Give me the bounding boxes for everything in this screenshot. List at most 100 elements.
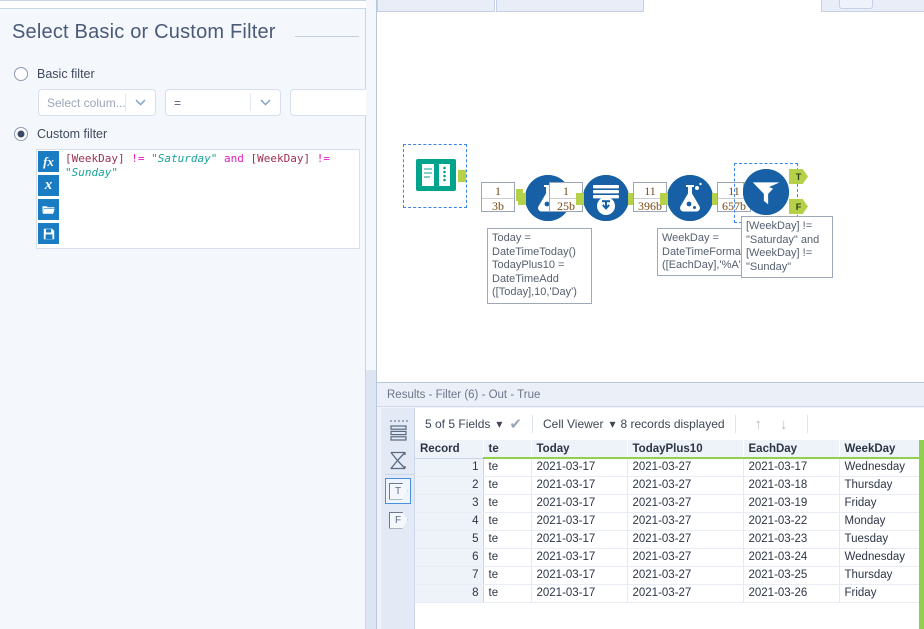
filter-tool[interactable]: T F	[734, 163, 808, 223]
workflow-canvas[interactable]: 1 3b 1 25b 11 396b 11 657b T F Today = D…	[376, 0, 924, 382]
variable-x-icon[interactable]: x	[38, 175, 59, 196]
filter-false-anchor[interactable]: F	[789, 199, 808, 214]
input-anchor[interactable]	[518, 193, 526, 205]
results-grid[interactable]: Record te Today TodayPlus10 EachDay Week…	[415, 440, 924, 629]
table-cell-record[interactable]: 6	[415, 548, 484, 567]
function-fx-icon[interactable]: fx	[38, 151, 59, 172]
sigma-summary-icon[interactable]	[386, 448, 410, 472]
table-cell-today[interactable]: 2021-03-17	[531, 548, 628, 567]
expression-text[interactable]: [WeekDay] != "Saturday" and [WeekDay] !=…	[59, 150, 359, 248]
custom-filter-radio[interactable]	[14, 127, 28, 141]
column-select[interactable]: Select colum...	[38, 89, 156, 116]
table-cell-todayplus10[interactable]: 2021-03-27	[627, 530, 744, 549]
table-row[interactable]: 7 te 2021-03-17 2021-03-27 2021-03-25 Thursda…	[415, 566, 924, 585]
canvas-tab-c-button[interactable]	[839, 0, 873, 9]
chevron-down-icon[interactable]: ▾	[496, 417, 502, 431]
chevron-down-icon[interactable]: ▾	[609, 417, 615, 431]
column-header-todayplus10[interactable]: TodayPlus10	[627, 440, 744, 459]
table-cell-eachday[interactable]: 2021-03-26	[743, 584, 840, 603]
table-cell-te[interactable]: te	[483, 584, 532, 603]
table-cell-weekday[interactable]: Monday	[839, 512, 924, 531]
table-cell-record[interactable]: 7	[415, 566, 484, 585]
scroll-down-icon[interactable]: ↓	[780, 416, 788, 433]
chevron-down-icon[interactable]	[251, 99, 280, 106]
basic-filter-radio[interactable]	[14, 67, 28, 81]
table-cell-eachday[interactable]: 2021-03-24	[743, 548, 840, 567]
table-cell-eachday[interactable]: 2021-03-17	[743, 458, 840, 477]
table-cell-eachday[interactable]: 2021-03-19	[743, 494, 840, 513]
table-cell-today[interactable]: 2021-03-17	[531, 476, 628, 495]
column-header-te[interactable]: te	[483, 440, 532, 459]
table-cell-weekday[interactable]: Friday	[839, 584, 924, 603]
results-true-anchor-button[interactable]: T	[385, 478, 411, 504]
table-cell-record[interactable]: 5	[415, 530, 484, 549]
table-cell-todayplus10[interactable]: 2021-03-27	[627, 476, 744, 495]
table-row[interactable]: 3 te 2021-03-17 2021-03-27 2021-03-19 Friday	[415, 494, 924, 513]
table-cell-eachday[interactable]: 2021-03-18	[743, 476, 840, 495]
fields-selector[interactable]: 5 of 5 Fields ▾	[425, 417, 507, 431]
input-anchor[interactable]	[660, 193, 668, 205]
table-cell-record[interactable]: 8	[415, 584, 484, 603]
table-cell-weekday[interactable]: Thursday	[839, 566, 924, 585]
results-false-anchor-button[interactable]: F	[386, 508, 410, 532]
table-cell-weekday[interactable]: Thursday	[839, 476, 924, 495]
table-cell-eachday[interactable]: 2021-03-25	[743, 566, 840, 585]
table-cell-todayplus10[interactable]: 2021-03-27	[627, 566, 744, 585]
table-cell-weekday[interactable]: Tuesday	[839, 530, 924, 549]
table-row[interactable]: 1 te 2021-03-17 2021-03-27 2021-03-17 Wednesd…	[415, 458, 924, 477]
table-cell-todayplus10[interactable]: 2021-03-27	[627, 494, 744, 513]
table-cell-todayplus10[interactable]: 2021-03-27	[627, 458, 744, 477]
table-row[interactable]: 8 te 2021-03-17 2021-03-27 2021-03-26 Friday	[415, 584, 924, 603]
table-cell-te[interactable]: te	[483, 458, 532, 477]
text-input-tool-icon[interactable]	[413, 152, 459, 198]
save-disk-icon[interactable]	[38, 223, 59, 244]
table-cell-weekday[interactable]: Friday	[839, 494, 924, 513]
column-header-weekday[interactable]: WeekDay	[839, 440, 924, 459]
input-anchor[interactable]	[576, 193, 584, 205]
table-cell-record[interactable]: 1	[415, 458, 484, 477]
table-cell-te[interactable]: te	[483, 494, 532, 513]
custom-filter-radio-row[interactable]: Custom filter	[14, 127, 107, 141]
filter-true-anchor[interactable]: T	[789, 169, 808, 184]
basic-filter-radio-row[interactable]: Basic filter	[14, 67, 95, 81]
table-row[interactable]: 2 te 2021-03-17 2021-03-27 2021-03-18 Thursda…	[415, 476, 924, 495]
table-cell-te[interactable]: te	[483, 566, 532, 585]
chevron-down-icon[interactable]	[126, 99, 155, 106]
column-header-eachday[interactable]: EachDay	[743, 440, 840, 459]
scroll-up-icon[interactable]: ↑	[755, 416, 763, 433]
table-cell-record[interactable]: 4	[415, 512, 484, 531]
canvas-tab-b[interactable]	[496, 0, 644, 12]
rail-grip[interactable]	[390, 411, 410, 422]
filter-tool-icon[interactable]	[743, 169, 789, 215]
generate-rows-tool[interactable]	[576, 175, 636, 221]
table-cell-todayplus10[interactable]: 2021-03-27	[627, 548, 744, 567]
generate-rows-tool-icon[interactable]	[583, 175, 629, 221]
table-cell-today[interactable]: 2021-03-17	[531, 584, 628, 603]
column-header-record[interactable]: Record	[415, 440, 484, 459]
column-header-today[interactable]: Today	[531, 440, 628, 459]
table-cell-weekday[interactable]: Wednesday	[839, 458, 924, 477]
cell-viewer-selector[interactable]: Cell Viewer ▾	[543, 417, 621, 431]
table-cell-record[interactable]: 3	[415, 494, 484, 513]
table-cell-todayplus10[interactable]: 2021-03-27	[627, 584, 744, 603]
operator-select[interactable]: =	[165, 89, 281, 116]
data-list-icon[interactable]	[386, 421, 410, 445]
table-cell-todayplus10[interactable]: 2021-03-27	[627, 512, 744, 531]
table-cell-eachday[interactable]: 2021-03-23	[743, 530, 840, 549]
canvas-tab-a[interactable]	[377, 0, 495, 12]
custom-expression-editor[interactable]: fx x [WeekDay] != "Saturday" and [WeekDa…	[36, 149, 360, 249]
table-cell-record[interactable]: 2	[415, 476, 484, 495]
table-cell-te[interactable]: te	[483, 530, 532, 549]
table-cell-te[interactable]: te	[483, 512, 532, 531]
formula-tool-2[interactable]	[660, 175, 720, 221]
table-cell-today[interactable]: 2021-03-17	[531, 458, 628, 477]
output-anchor[interactable]	[458, 170, 466, 182]
table-row[interactable]: 5 te 2021-03-17 2021-03-27 2021-03-23 Tuesday	[415, 530, 924, 549]
table-cell-eachday[interactable]: 2021-03-22	[743, 512, 840, 531]
table-cell-today[interactable]: 2021-03-17	[531, 566, 628, 585]
table-cell-weekday[interactable]: Wednesday	[839, 548, 924, 567]
open-folder-icon[interactable]	[38, 199, 59, 220]
formula-tool-icon[interactable]	[667, 175, 713, 221]
table-cell-today[interactable]: 2021-03-17	[531, 530, 628, 549]
table-row[interactable]: 6 te 2021-03-17 2021-03-27 2021-03-24 Wednesd…	[415, 548, 924, 567]
